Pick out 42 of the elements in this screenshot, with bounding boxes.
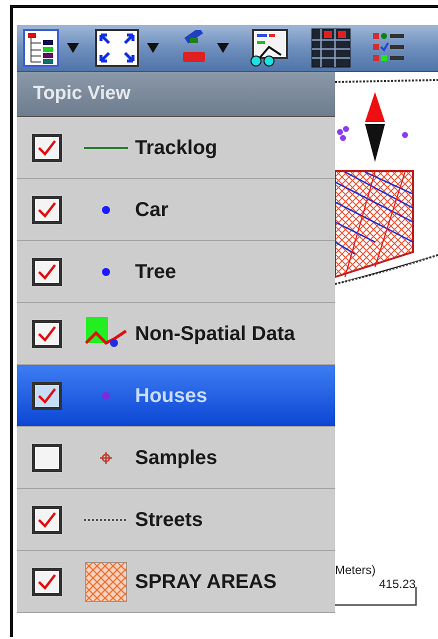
layer-row[interactable]: Car [17,179,335,241]
checkbox[interactable] [32,258,62,286]
layer-label: Tracklog [135,136,218,160]
dropdown-caret-icon[interactable] [147,43,159,53]
check-icon [37,386,57,404]
checkbox[interactable] [32,196,62,224]
check-icon [37,138,57,156]
layer-row[interactable]: Streets [17,489,335,551]
panel-title: Topic View [33,82,130,106]
layer-label: Houses [135,384,208,408]
layer-label: Samples [135,446,218,470]
layer-label: Tree [135,260,176,284]
check-icon [37,510,57,528]
full-extent-icon[interactable] [95,29,139,67]
hatch-symbol-icon [85,562,127,602]
layer-label: SPRAY AREAS [135,570,277,594]
checkbox[interactable] [32,134,62,162]
layer-row[interactable]: Samples [17,427,335,489]
check-icon [37,200,57,218]
checkbox[interactable] [32,382,62,410]
dropdown-caret-icon[interactable] [217,43,229,53]
checkbox[interactable] [32,568,62,596]
data-link-icon[interactable] [249,29,289,67]
check-icon [37,572,57,590]
layer-row[interactable]: Houses [17,365,335,427]
checkbox[interactable] [32,320,62,348]
scale-unit: Meters) [335,562,376,579]
checkbox[interactable] [32,506,62,534]
layer-row[interactable]: Tree [17,241,335,303]
layer-label: Car [135,198,168,222]
check-icon [37,324,57,342]
layer-row[interactable]: Non-Spatial Data [17,303,335,365]
layer-row[interactable]: SPRAY AREAS [17,551,335,613]
layer-label: Streets [135,508,203,532]
checkbox[interactable] [32,444,62,472]
layer-row[interactable]: Tracklog [17,117,335,179]
layer-label: Non-Spatial Data [135,322,296,346]
check-icon [37,262,57,280]
dropdown-caret-icon[interactable] [67,43,79,53]
layer-list-icon[interactable] [23,29,59,67]
table-icon[interactable] [311,28,351,68]
scale-value: 415.23 [379,576,416,593]
